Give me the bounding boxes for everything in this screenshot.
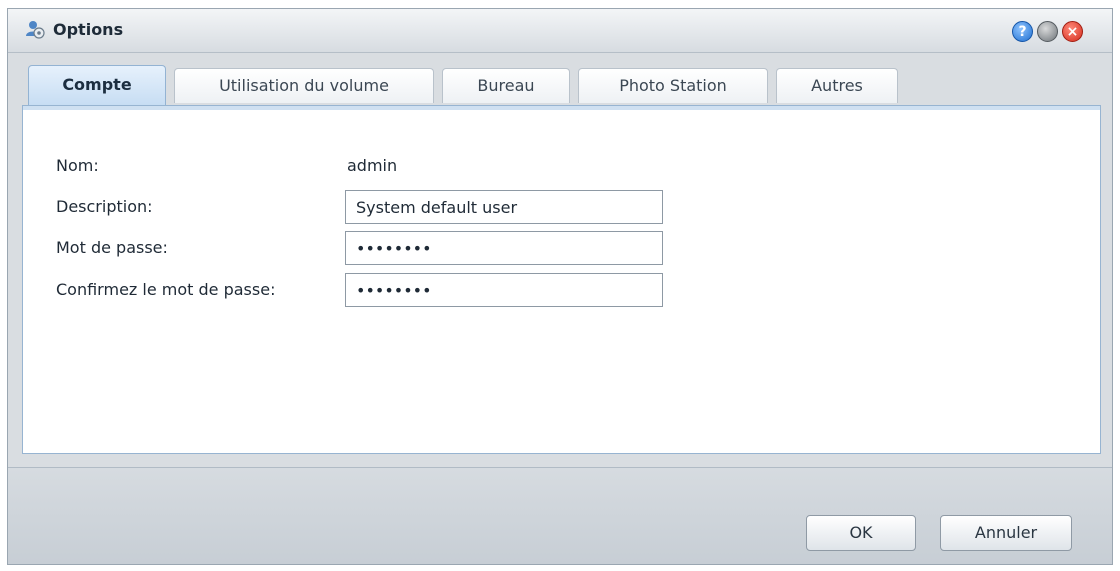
password-label: Mot de passe:	[56, 238, 168, 257]
description-label: Description:	[56, 197, 153, 216]
name-label: Nom:	[56, 156, 99, 175]
tab-compte[interactable]: Compte	[28, 65, 166, 105]
options-window: Options ? × Compte Utilisation du volume…	[7, 8, 1113, 565]
minimize-icon[interactable]	[1037, 21, 1058, 42]
user-settings-icon	[24, 19, 46, 41]
panel-divider	[23, 106, 1100, 110]
window-title: Options	[53, 20, 124, 39]
confirm-password-label: Confirmez le mot de passe:	[56, 280, 276, 299]
tab-bureau[interactable]: Bureau	[442, 68, 570, 103]
confirm-password-field[interactable]	[345, 273, 663, 307]
password-field[interactable]	[345, 231, 663, 265]
title-bar: Options ? ×	[8, 9, 1112, 53]
help-icon[interactable]: ?	[1012, 21, 1033, 42]
dialog-footer: OK Annuler	[8, 467, 1112, 564]
cancel-button[interactable]: Annuler	[940, 515, 1072, 551]
name-value: admin	[347, 156, 398, 175]
tab-photo-station[interactable]: Photo Station	[578, 68, 768, 103]
tab-utilisation-du-volume[interactable]: Utilisation du volume	[174, 68, 434, 103]
tab-autres[interactable]: Autres	[776, 68, 898, 103]
account-panel: Nom: admin Description: Mot de passe: Co…	[22, 105, 1101, 454]
description-field[interactable]	[345, 190, 663, 224]
ok-button[interactable]: OK	[806, 515, 916, 551]
close-icon[interactable]: ×	[1062, 21, 1083, 42]
